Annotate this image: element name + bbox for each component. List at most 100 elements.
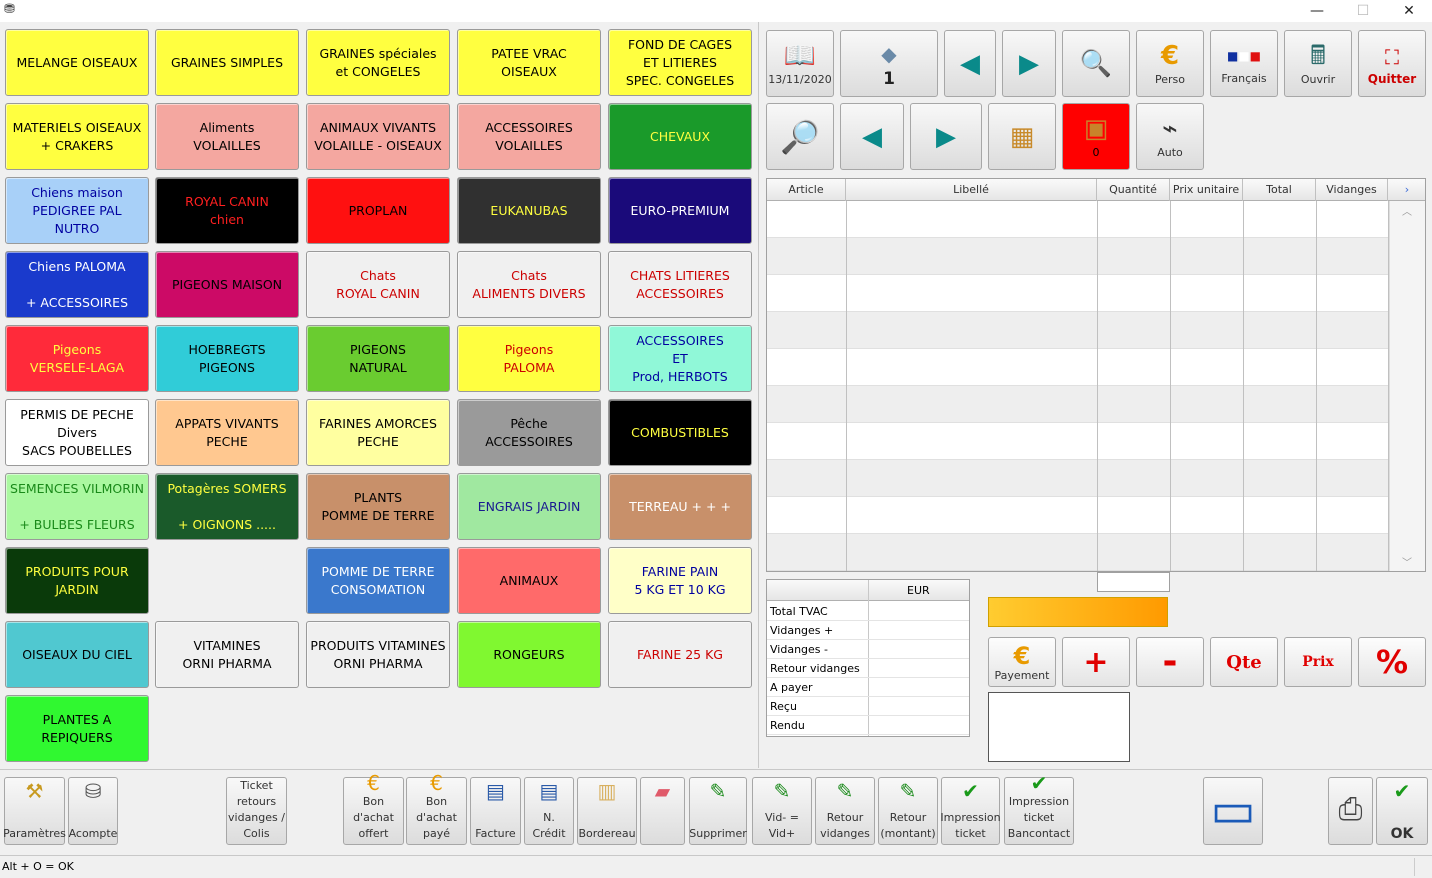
- col-vidanges[interactable]: Vidanges: [1316, 179, 1388, 201]
- next-item-button[interactable]: ▶: [910, 103, 982, 170]
- prev-item-button[interactable]: ◀: [840, 103, 904, 170]
- minus-button[interactable]: -: [1136, 637, 1204, 687]
- prev-page-button[interactable]: ◀: [944, 30, 996, 97]
- search-button[interactable]: 🔍: [1062, 30, 1130, 97]
- category-button[interactable]: ANIMAUX: [457, 547, 601, 614]
- category-button[interactable]: GRAINES SIMPLES: [155, 29, 299, 96]
- category-button[interactable]: VITAMINES ORNI PHARMA: [155, 621, 299, 688]
- category-button[interactable]: APPATS VIVANTS PECHE: [155, 399, 299, 466]
- category-button[interactable]: ACCESSOIRES VOLAILLES: [457, 103, 601, 170]
- grid-row[interactable]: [767, 497, 1388, 534]
- category-button[interactable]: MATERIELS OISEAUX + CRAKERS: [5, 103, 149, 170]
- article-grid[interactable]: Article Libellé Quantité Prix unitaire T…: [766, 178, 1426, 572]
- category-button[interactable]: PATEE VRAC OISEAUX: [457, 29, 601, 96]
- scroll-down-icon[interactable]: ﹀: [1402, 554, 1412, 569]
- grid-row[interactable]: [767, 534, 1388, 571]
- category-button[interactable]: EURO-PREMIUM: [608, 177, 752, 244]
- category-button[interactable]: PIGEONS NATURAL: [306, 325, 450, 392]
- category-button[interactable]: ROYAL CANIN chien: [155, 177, 299, 244]
- col-total[interactable]: Total: [1243, 179, 1316, 201]
- category-button[interactable]: Chats ALIMENTS DIVERS: [457, 251, 601, 318]
- category-button[interactable]: FARINES AMORCES PECHE: [306, 399, 450, 466]
- scroll-right-icon[interactable]: ›: [1388, 179, 1425, 201]
- next-page-button[interactable]: ▶: [1002, 30, 1056, 97]
- bottom-button[interactable]: ✎ Retour vidanges: [815, 777, 875, 845]
- perso-button[interactable]: € Perso: [1136, 30, 1204, 97]
- category-button[interactable]: RONGEURS: [457, 621, 601, 688]
- category-button[interactable]: Potagères SOMERS + OIGNONS .....: [155, 473, 299, 540]
- payment-button[interactable]: € Payement: [988, 637, 1056, 687]
- category-button[interactable]: TERREAU + + +: [608, 473, 752, 540]
- bottom-button[interactable]: ▤ N. Crédit: [524, 777, 574, 845]
- category-button[interactable]: Aliments VOLAILLES: [155, 103, 299, 170]
- open-button[interactable]: 🖩 Ouvrir: [1284, 30, 1352, 97]
- category-button[interactable]: Pigeons PALOMA: [457, 325, 601, 392]
- grid-row[interactable]: [767, 238, 1388, 275]
- category-button[interactable]: Chats ROYAL CANIN: [306, 251, 450, 318]
- category-button[interactable]: PLANTS POMME DE TERRE: [306, 473, 450, 540]
- bottom-button[interactable]: ▥ Bordereau: [577, 777, 637, 845]
- category-button[interactable]: HOEBREGTS PIGEONS: [155, 325, 299, 392]
- col-libelle[interactable]: Libellé: [846, 179, 1097, 201]
- grid-row[interactable]: [767, 423, 1388, 460]
- quit-button[interactable]: ⛶ Quitter: [1358, 30, 1426, 97]
- grid-row[interactable]: [767, 312, 1388, 349]
- grid-row[interactable]: [767, 349, 1388, 386]
- category-button[interactable]: SEMENCES VILMORIN + BULBES FLEURS: [5, 473, 149, 540]
- category-button[interactable]: PERMIS DE PECHE Divers SACS POUBELLES: [5, 399, 149, 466]
- category-button[interactable]: FOND DE CAGES ET LITIERES SPEC. CONGELES: [608, 29, 752, 96]
- percent-button[interactable]: %: [1358, 637, 1426, 687]
- bottom-button[interactable]: ✔ Impression ticket Bancontact: [1004, 772, 1074, 845]
- bottom-button[interactable]: ▤ Facture: [470, 777, 521, 845]
- category-button[interactable]: ACCESSOIRES ET Prod, HERBOTS: [608, 325, 752, 392]
- bottom-button[interactable]: Ticket retours vidanges / Colis: [226, 777, 287, 845]
- col-article[interactable]: Article: [767, 179, 846, 201]
- category-button[interactable]: MELANGE OISEAUX: [5, 29, 149, 96]
- quantity-button[interactable]: Qte: [1210, 637, 1278, 687]
- minimize-button[interactable]: —: [1294, 0, 1340, 22]
- category-button[interactable]: CHEVAUX: [608, 103, 752, 170]
- scroll-up-icon[interactable]: ︿: [1402, 203, 1412, 218]
- maximize-button[interactable]: ☐: [1340, 0, 1386, 22]
- grid-row[interactable]: [767, 460, 1388, 497]
- category-button[interactable]: EUKANUBAS: [457, 177, 601, 244]
- category-button[interactable]: POMME DE TERRE CONSOMATION: [306, 547, 450, 614]
- bottom-button[interactable]: ⛁ Acompte: [68, 777, 118, 845]
- category-button[interactable]: ENGRAIS JARDIN: [457, 473, 601, 540]
- category-button[interactable]: Pêche ACCESSOIRES: [457, 399, 601, 466]
- category-button[interactable]: FARINE 25 KG: [608, 621, 752, 688]
- bottom-button[interactable]: ▭: [1203, 777, 1263, 845]
- bottom-button[interactable]: ▰: [640, 777, 685, 845]
- col-quantite[interactable]: Quantité: [1097, 179, 1170, 201]
- bottom-button[interactable]: ⎙: [1328, 777, 1373, 845]
- bottom-button[interactable]: ✔ OK: [1376, 777, 1428, 845]
- price-button[interactable]: Prix: [1284, 637, 1352, 687]
- stock-button[interactable]: ▦: [988, 103, 1056, 170]
- box-count-button[interactable]: ▣ 0: [1062, 103, 1130, 170]
- category-button[interactable]: PRODUITS POUR JARDIN: [5, 547, 149, 614]
- bottom-button[interactable]: ⚒ Paramètres: [3, 777, 66, 845]
- col-prix-unitaire[interactable]: Prix unitaire: [1170, 179, 1243, 201]
- category-button[interactable]: Chiens maison PEDIGREE PAL NUTRO: [5, 177, 149, 244]
- category-button[interactable]: Chiens PALOMA + ACCESSOIRES: [5, 251, 149, 318]
- close-button[interactable]: ✕: [1386, 0, 1432, 22]
- zoom-button[interactable]: 🔎: [766, 103, 834, 170]
- category-button[interactable]: CHATS LITIERES ACCESSOIRES: [608, 251, 752, 318]
- category-button[interactable]: PIGEONS MAISON: [155, 251, 299, 318]
- bottom-button[interactable]: € Bon d'achat payé: [406, 772, 467, 845]
- category-button[interactable]: GRAINES spéciales et CONGELES: [306, 29, 450, 96]
- category-button[interactable]: COMBUSTIBLES: [608, 399, 752, 466]
- bottom-button[interactable]: ✎ Supprimer: [689, 777, 747, 845]
- language-button[interactable]: ■■■ Français: [1210, 30, 1278, 97]
- category-button[interactable]: PRODUITS VITAMINES ORNI PHARMA: [306, 621, 450, 688]
- page-button[interactable]: ◆ 1: [840, 30, 938, 97]
- auto-scanner-button[interactable]: ⌁ Auto: [1136, 103, 1204, 170]
- bottom-button[interactable]: ✎ Vid- = Vid+: [752, 777, 812, 845]
- vertical-scrollbar[interactable]: ︿ ﹀: [1389, 201, 1425, 571]
- category-button[interactable]: Pigeons VERSELE-LAGA: [5, 325, 149, 392]
- category-button[interactable]: PROPLAN: [306, 177, 450, 244]
- bottom-button[interactable]: ✎ Retour (montant): [878, 777, 938, 845]
- grid-row[interactable]: [767, 201, 1388, 238]
- category-button[interactable]: PLANTES A REPIQUERS: [5, 695, 149, 762]
- plus-button[interactable]: +: [1062, 637, 1130, 687]
